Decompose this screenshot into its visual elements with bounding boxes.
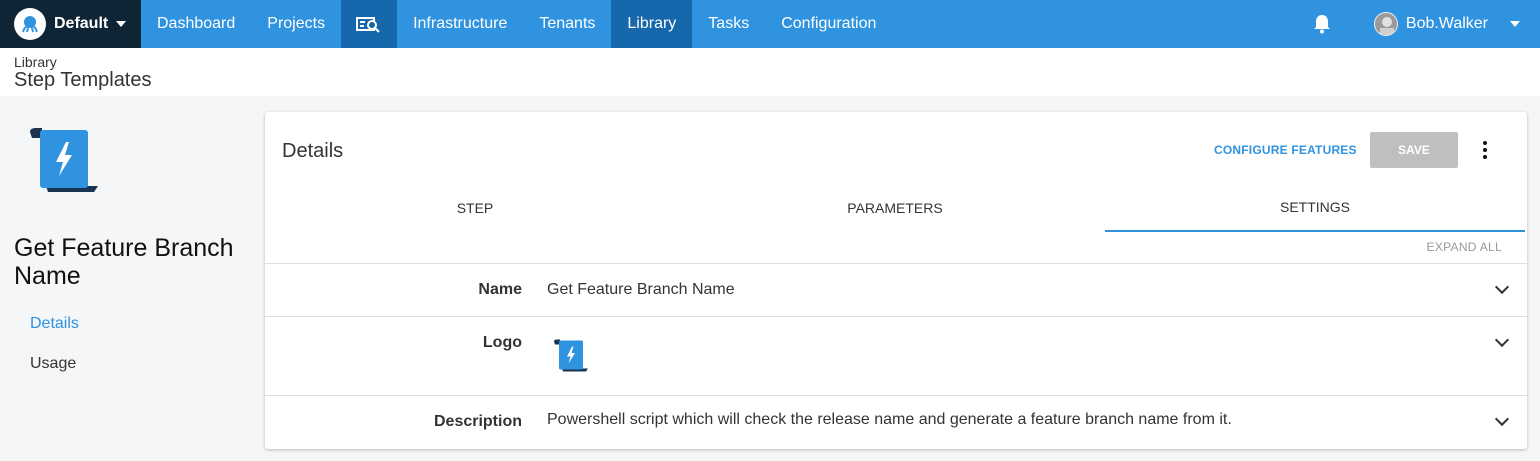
octopus-logo-icon: [14, 8, 46, 40]
setting-row-logo[interactable]: Logo: [265, 316, 1527, 395]
nav-tasks[interactable]: Tasks: [692, 0, 765, 48]
row-label: Description: [433, 413, 522, 430]
configure-features-button[interactable]: CONFIGURE FEATURES: [1214, 143, 1357, 157]
nav-search[interactable]: [341, 0, 398, 48]
logo-preview-icon: [553, 339, 589, 378]
nav-dashboard[interactable]: Dashboard: [141, 0, 251, 48]
row-value: Powershell script which will check the r…: [547, 411, 1232, 428]
setting-row-description[interactable]: Description Powershell script which will…: [265, 395, 1527, 449]
setting-row-name[interactable]: Name Get Feature Branch Name: [265, 263, 1527, 316]
tab-settings[interactable]: SETTINGS: [1105, 184, 1525, 232]
sidebar-item-details[interactable]: Details: [30, 315, 79, 333]
space-name: Default: [54, 15, 109, 32]
page-header: Library Step Templates: [0, 48, 1540, 96]
nav-projects[interactable]: Projects: [251, 0, 341, 48]
row-label: Logo: [482, 334, 522, 351]
sidebar: Get Feature Branch Name Details Usage: [0, 96, 265, 461]
details-card: Details CONFIGURE FEATURES SAVE STEP PAR…: [265, 112, 1527, 449]
chevron-down-icon[interactable]: [1494, 279, 1510, 295]
breadcrumb[interactable]: Library: [14, 54, 57, 70]
card-title: Details: [282, 140, 344, 162]
step-template-logo-icon: [28, 128, 100, 199]
avatar[interactable]: [1373, 12, 1398, 36]
template-name-heading: Get Feature Branch Name: [14, 234, 234, 290]
top-navigation: Default Dashboard Projects Infrastructur…: [0, 0, 1540, 48]
tab-step[interactable]: STEP: [265, 184, 685, 232]
nav-tenants[interactable]: Tenants: [523, 0, 611, 48]
chevron-down-icon[interactable]: [1494, 332, 1510, 348]
chevron-down-icon[interactable]: [1510, 21, 1520, 27]
row-label: Name: [478, 281, 522, 298]
sidebar-item-usage[interactable]: Usage: [30, 355, 76, 373]
nav-configuration[interactable]: Configuration: [765, 0, 892, 48]
nav-infrastructure[interactable]: Infrastructure: [397, 0, 523, 48]
space-switcher[interactable]: Default: [0, 0, 141, 48]
tab-bar: STEP PARAMETERS SETTINGS: [265, 184, 1527, 232]
page-title: Step Templates: [14, 69, 152, 91]
expand-all-button[interactable]: EXPAND ALL: [1427, 240, 1502, 254]
chevron-down-icon: [116, 21, 127, 27]
chevron-down-icon[interactable]: [1494, 411, 1510, 427]
tab-parameters[interactable]: PARAMETERS: [685, 184, 1105, 232]
row-value: Get Feature Branch Name: [547, 281, 735, 298]
bell-icon[interactable]: [1310, 12, 1334, 36]
nav-library[interactable]: Library: [611, 0, 693, 48]
more-options-icon[interactable]: [1475, 138, 1495, 162]
save-button[interactable]: SAVE: [1370, 132, 1458, 168]
username[interactable]: Bob.Walker: [1406, 15, 1488, 33]
search-icon: [356, 17, 380, 33]
